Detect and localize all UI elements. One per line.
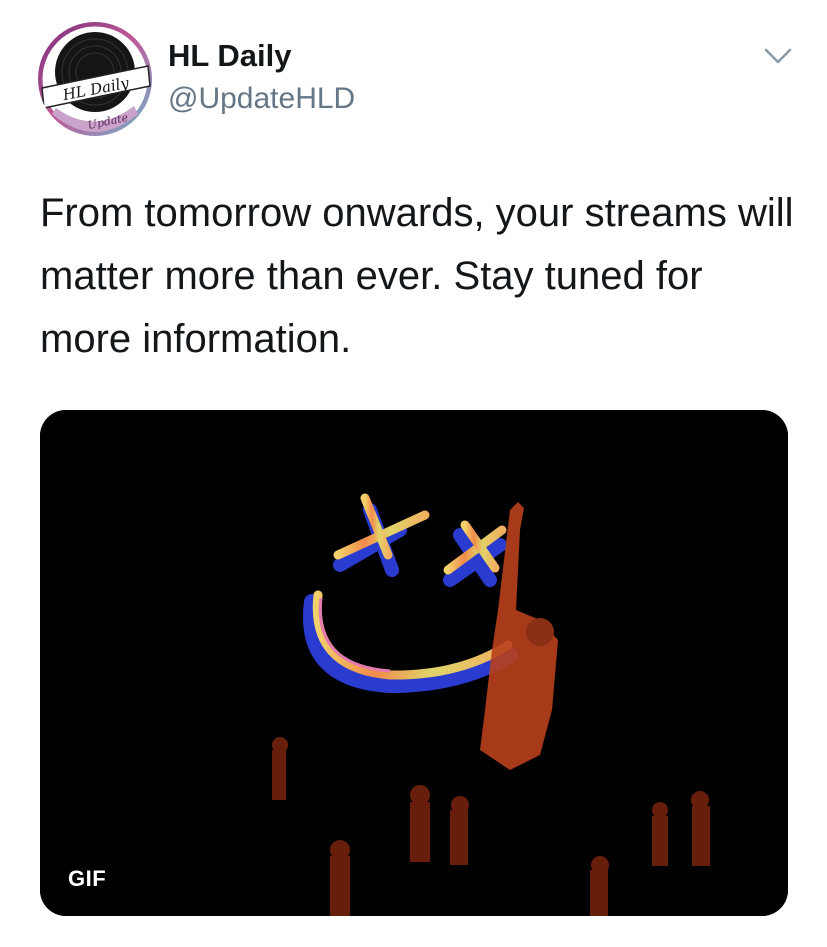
tweet-media-gif[interactable]: GIF [40, 410, 788, 916]
author-display-name[interactable]: HL Daily [168, 38, 291, 74]
chevron-down-icon[interactable] [762, 44, 794, 68]
tweet-text: From tomorrow onwards, your streams will… [40, 191, 794, 361]
gif-badge: GIF [68, 866, 107, 891]
hl-daily-logo: HL Daily Update [38, 22, 152, 136]
avatar[interactable]: HL Daily Update [38, 22, 152, 136]
smiley-face-neon-concert [40, 410, 788, 916]
author-handle[interactable]: @UpdateHLD [168, 82, 355, 116]
